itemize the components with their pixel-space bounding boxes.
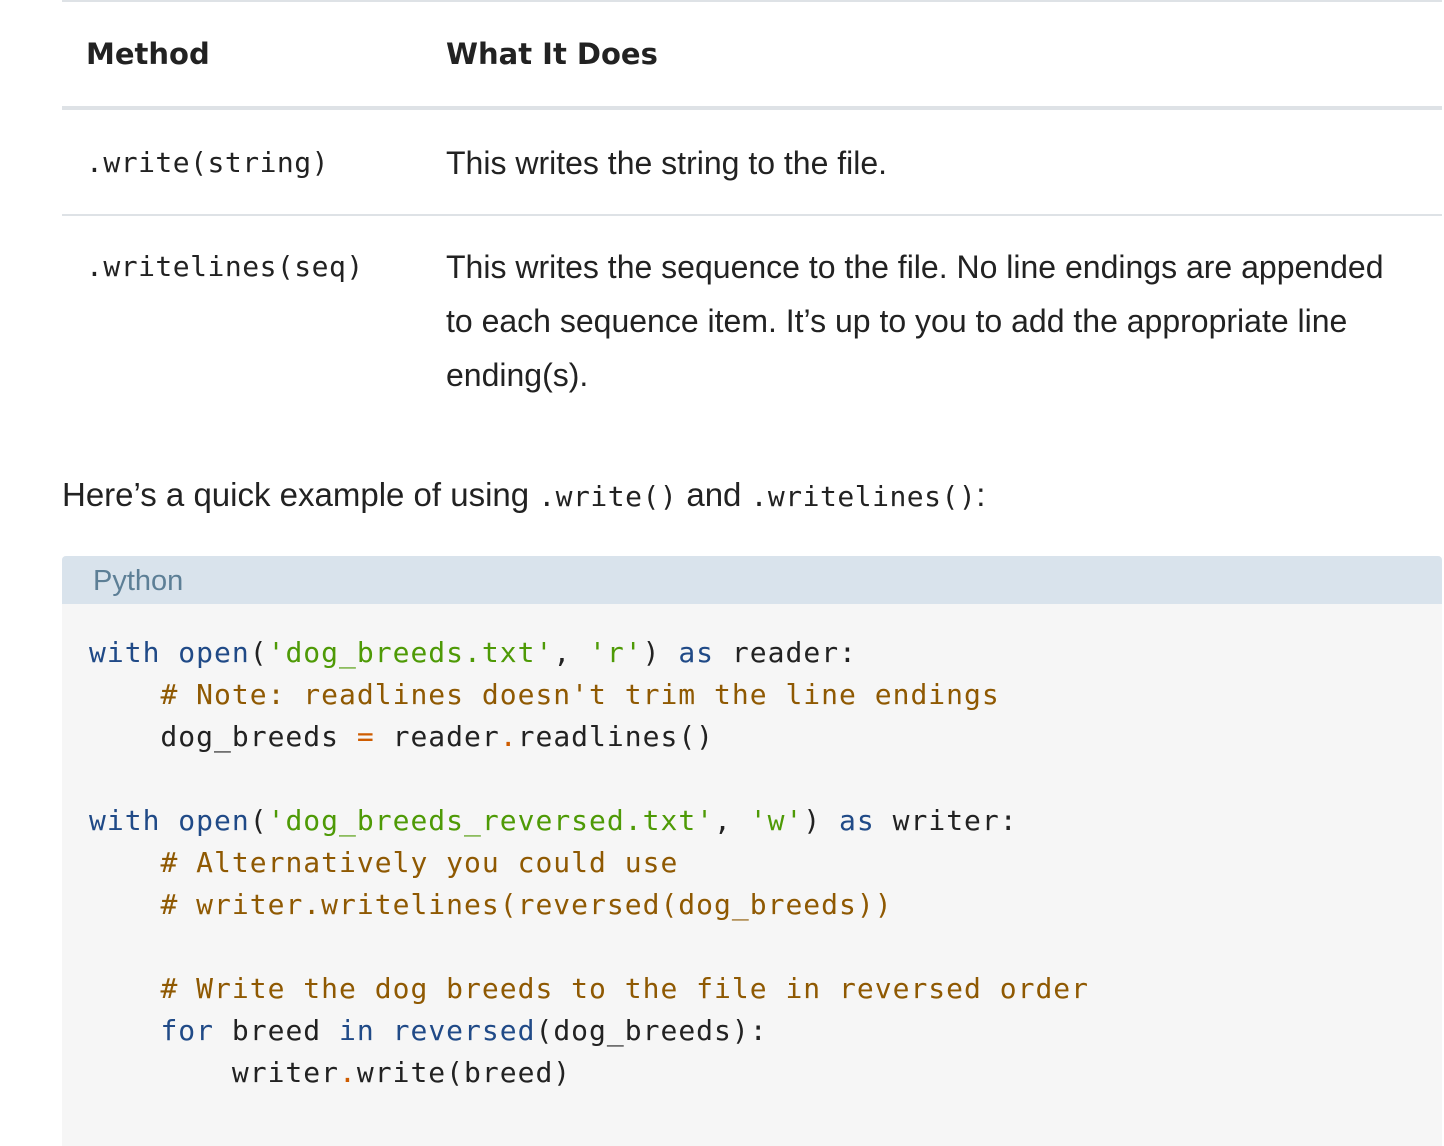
article-content: Method What It Does .write(string) This … <box>62 0 1444 1146</box>
code-listing[interactable]: with open('dog_breeds.txt', 'r') as read… <box>62 604 1442 1094</box>
code-line: # Write the dog breeds to the file in re… <box>160 972 1090 1005</box>
code-line: # Note: readlines doesn't trim the line … <box>160 678 1000 711</box>
column-header-description: What It Does <box>422 1 1442 110</box>
code-line: # writer.writelines(reversed(dog_breeds)… <box>160 888 893 921</box>
inline-code-write: .write() <box>538 480 678 513</box>
method-description: This writes the string to the file. <box>422 108 1442 216</box>
code-line: dog_breeds = reader.readlines() <box>89 720 715 753</box>
code-language-label: Python <box>62 556 1442 604</box>
code-line: # Alternatively you could use <box>160 846 679 879</box>
code-line: with open('dog_breeds_reversed.txt', 'w'… <box>89 804 1018 837</box>
method-name: .writelines(seq) <box>86 250 364 283</box>
code-block[interactable]: Python with open('dog_breeds.txt', 'r') … <box>62 556 1442 1146</box>
method-name: .write(string) <box>62 108 422 216</box>
method-description: This writes the sequence to the file. No… <box>446 249 1384 393</box>
code-line: with open('dog_breeds.txt', 'r') as read… <box>89 636 857 669</box>
column-header-method: Method <box>62 1 422 110</box>
code-line: writer.write(breed) <box>89 1056 572 1089</box>
table-row: .write(string) This writes the string to… <box>62 108 1442 216</box>
intro-suffix: : <box>976 476 986 513</box>
intro-middle: and <box>677 476 751 513</box>
intro-paragraph: Here’s a quick example of using .write()… <box>62 468 985 524</box>
table-row: .writelines(seq) This writes the sequenc… <box>62 215 1442 426</box>
table-header-row: Method What It Does <box>62 1 1442 110</box>
inline-code-writelines: .writelines() <box>750 480 977 513</box>
methods-table: Method What It Does .write(string) This … <box>62 0 1442 426</box>
code-line: for breed in reversed(dog_breeds): <box>160 1014 768 1047</box>
intro-prefix: Here’s a quick example of using <box>62 476 539 513</box>
